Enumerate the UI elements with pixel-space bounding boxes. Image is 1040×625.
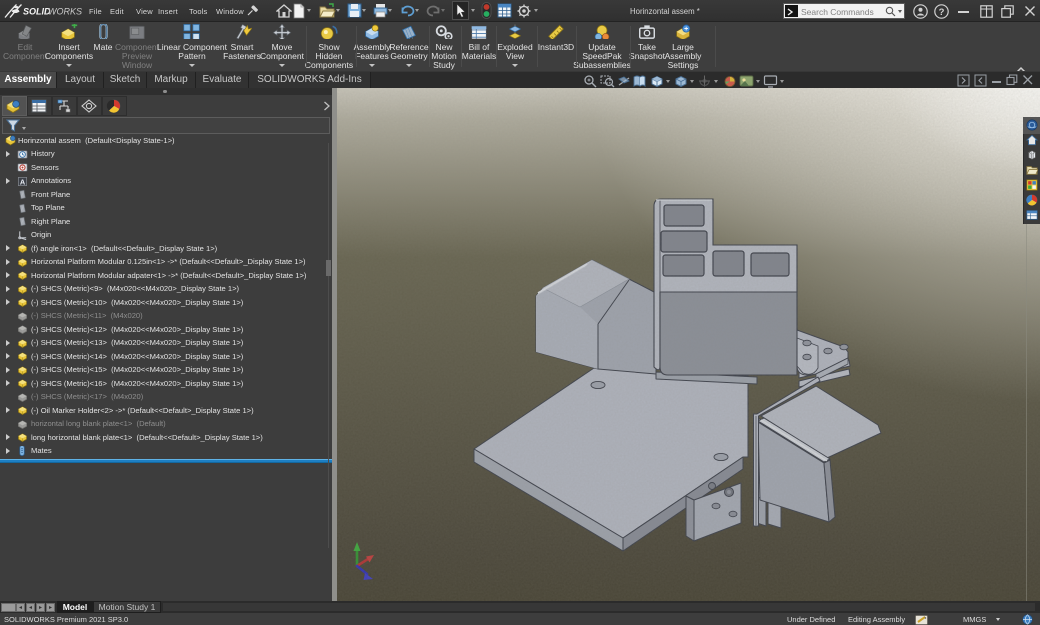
svg-text:?: ? [939,7,945,18]
svg-text:WORKS: WORKS [48,7,82,17]
svg-text:SOLID: SOLID [23,7,51,17]
svg-text:A: A [20,177,26,186]
